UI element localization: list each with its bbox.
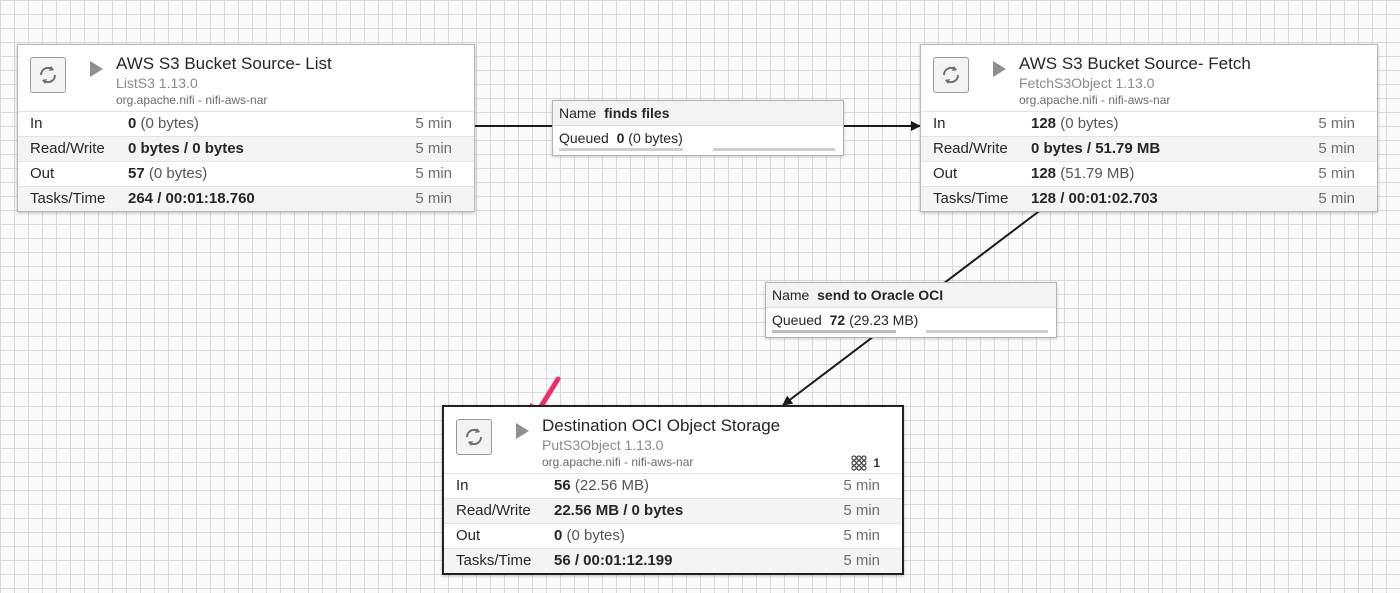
processor-list-s3[interactable]: AWS S3 Bucket Source- List ListS3 1.13.0…: [17, 44, 475, 212]
processor-fetch-s3-object[interactable]: AWS S3 Bucket Source- Fetch FetchS3Objec…: [920, 44, 1378, 212]
stat-value: 57 (0 bytes): [128, 165, 208, 182]
processor-type: ListS3 1.13.0: [116, 75, 198, 91]
processor-header: AWS S3 Bucket Source- List ListS3 1.13.0…: [18, 45, 474, 111]
stat-time: 5 min: [415, 140, 452, 157]
processor-put-s3-object[interactable]: Destination OCI Object Storage PutS3Obje…: [442, 405, 904, 575]
stat-value: 56 / 00:01:12.199: [554, 552, 673, 569]
connection-label-send-to-oracle[interactable]: Name send to Oracle OCI Queued 72 (29.23…: [765, 282, 1057, 338]
processor-icon: [30, 57, 66, 93]
processor-title: AWS S3 Bucket Source- List: [116, 54, 332, 73]
connection-label-finds-files[interactable]: Name finds files Queued 0 (0 bytes): [552, 100, 844, 156]
stat-label: Tasks/Time: [933, 190, 1009, 207]
stat-label: Out: [456, 527, 481, 544]
processor-type: PutS3Object 1.13.0: [542, 437, 664, 453]
queue-progress-bars: [559, 148, 837, 151]
queue-progress-bars: [772, 330, 1050, 333]
connection-name: finds files: [604, 105, 670, 121]
stat-time: 5 min: [843, 527, 880, 544]
processor-header: Destination OCI Object Storage PutS3Obje…: [444, 407, 902, 473]
stat-label: In: [30, 115, 43, 132]
connection-name-row: Name finds files: [553, 101, 843, 126]
stat-time: 5 min: [1318, 140, 1355, 157]
stat-time: 5 min: [843, 502, 880, 519]
processor-icon: [456, 419, 492, 455]
stat-row-out: Out 0 (0 bytes) 5 min: [444, 523, 902, 548]
connection-queued-row: Queued 72 (29.23 MB): [772, 312, 919, 328]
processor-header: AWS S3 Bucket Source- Fetch FetchS3Objec…: [921, 45, 1377, 111]
stopped-play-icon[interactable]: [993, 61, 1006, 77]
stat-label: Read/Write: [30, 140, 105, 157]
stat-value: 128 (0 bytes): [1031, 115, 1119, 132]
stat-value: 0 bytes / 51.79 MB: [1031, 140, 1161, 157]
stat-time: 5 min: [1318, 190, 1355, 207]
stat-value: 22.56 MB / 0 bytes: [554, 502, 684, 519]
stat-row-in: In 128 (0 bytes) 5 min: [921, 111, 1377, 136]
stat-row-read-write: Read/Write 0 bytes / 51.79 MB 5 min: [921, 136, 1377, 161]
stat-row-tasks-time: Tasks/Time 56 / 00:01:12.199 5 min: [444, 548, 902, 573]
queued-size: (0 bytes): [624, 130, 683, 146]
stat-time: 5 min: [843, 477, 880, 494]
stat-value: 0 (0 bytes): [128, 115, 199, 132]
processor-bundle: org.apache.nifi - nifi-aws-nar: [542, 455, 694, 469]
stat-row-tasks-time: Tasks/Time 264 / 00:01:18.760 5 min: [18, 186, 474, 211]
stopped-play-icon[interactable]: [90, 61, 103, 77]
stat-row-out: Out 57 (0 bytes) 5 min: [18, 161, 474, 186]
stat-label: Out: [30, 165, 55, 182]
connection-queued-row: Queued 0 (0 bytes): [559, 130, 683, 146]
stat-label: Read/Write: [933, 140, 1008, 157]
stat-row-in: In 56 (22.56 MB) 5 min: [444, 473, 902, 498]
stat-value: 56 (22.56 MB): [554, 477, 650, 494]
processor-bundle: org.apache.nifi - nifi-aws-nar: [1019, 93, 1171, 107]
stat-time: 5 min: [1318, 165, 1355, 182]
stat-time: 5 min: [1318, 115, 1355, 132]
stat-value: 264 / 00:01:18.760: [128, 190, 255, 207]
connection-name: send to Oracle OCI: [817, 287, 944, 303]
active-thread-count: 1: [873, 456, 880, 470]
active-threads-indicator: 1: [851, 455, 880, 471]
stat-value: 128 (51.79 MB): [1031, 165, 1135, 182]
stopped-play-icon[interactable]: [516, 423, 529, 439]
stat-time: 5 min: [415, 165, 452, 182]
stat-value: 0 (0 bytes): [554, 527, 625, 544]
stat-time: 5 min: [415, 190, 452, 207]
processor-title: Destination OCI Object Storage: [542, 416, 781, 435]
processor-bundle: org.apache.nifi - nifi-aws-nar: [116, 93, 268, 107]
queued-count: 72: [829, 312, 846, 328]
processor-title: AWS S3 Bucket Source- Fetch: [1019, 54, 1251, 73]
connection-name-row: Name send to Oracle OCI: [766, 283, 1056, 308]
stat-value: 0 bytes / 0 bytes: [128, 140, 244, 157]
stat-value: 128 / 00:01:02.703: [1031, 190, 1158, 207]
stat-label: Tasks/Time: [456, 552, 532, 569]
stat-row-read-write: Read/Write 22.56 MB / 0 bytes 5 min: [444, 498, 902, 523]
stat-label: Tasks/Time: [30, 190, 106, 207]
queued-size: (29.23 MB): [845, 312, 919, 328]
stat-row-read-write: Read/Write 0 bytes / 0 bytes 5 min: [18, 136, 474, 161]
stat-row-tasks-time: Tasks/Time 128 / 00:01:02.703 5 min: [921, 186, 1377, 211]
stat-time: 5 min: [415, 115, 452, 132]
stat-row-out: Out 128 (51.79 MB) 5 min: [921, 161, 1377, 186]
threads-icon: [851, 455, 867, 471]
processor-type: FetchS3Object 1.13.0: [1019, 75, 1155, 91]
processor-icon: [933, 57, 969, 93]
stat-time: 5 min: [843, 552, 880, 569]
stat-label: In: [456, 477, 469, 494]
stat-label: In: [933, 115, 946, 132]
stat-row-in: In 0 (0 bytes) 5 min: [18, 111, 474, 136]
stat-label: Out: [933, 165, 958, 182]
stat-label: Read/Write: [456, 502, 531, 519]
